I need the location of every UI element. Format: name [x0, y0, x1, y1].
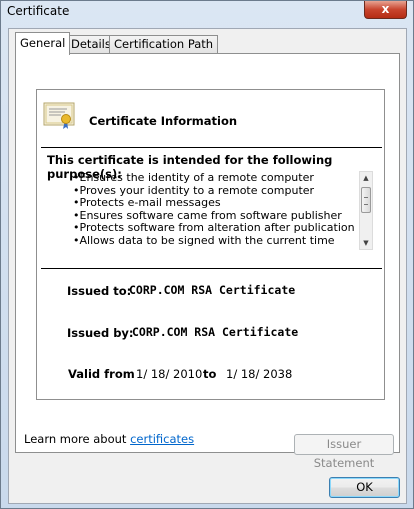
window-title: Certificate: [7, 4, 70, 18]
learn-more-prefix: Learn more about: [24, 432, 131, 446]
general-tab-panel: Certificate Information This certificate…: [15, 53, 400, 470]
purpose-list: Ensures the identity of a remote compute…: [73, 171, 365, 248]
valid-to-value: 1/ 18/ 2038: [226, 367, 293, 381]
valid-from-label: Valid from: [68, 367, 135, 381]
certificate-icon: [43, 102, 75, 129]
learn-more-text: Learn more about certificates: [24, 432, 194, 446]
scroll-thumb[interactable]: [361, 187, 371, 213]
tab-certification-path[interactable]: Certification Path: [109, 35, 219, 54]
issued-to-value: CORP.COM RSA Certificate: [129, 283, 296, 297]
title-bar: Certificate x: [1, 1, 413, 23]
issued-by-label: Issued by:: [67, 326, 134, 340]
close-button[interactable]: x: [364, 1, 407, 19]
issued-by-value: CORP.COM RSA Certificate: [132, 325, 299, 339]
scroll-up-arrow-icon[interactable]: ▲: [360, 172, 372, 184]
divider: [41, 268, 382, 269]
ok-button[interactable]: OK: [329, 477, 400, 498]
purpose-item: Protects e-mail messages: [73, 197, 365, 210]
issued-to-label: Issued to:: [67, 284, 132, 298]
purpose-item: Allows data to be signed with the curren…: [73, 234, 365, 248]
certificate-dialog: Certificate x General Details Certificat…: [0, 0, 414, 509]
divider: [41, 147, 382, 148]
dialog-client-area: General Details Certification Path Certi…: [8, 28, 407, 504]
purpose-scrollbar[interactable]: ▲ ▼: [359, 171, 373, 250]
certificate-info-box: Certificate Information This certificate…: [36, 89, 385, 400]
certificates-link[interactable]: certificates: [130, 432, 194, 446]
valid-from-value: 1/ 18/ 2010: [136, 367, 203, 381]
scroll-down-arrow-icon[interactable]: ▼: [360, 237, 372, 249]
issuer-statement-button[interactable]: Issuer Statement: [294, 434, 394, 470]
valid-to-label: to: [203, 367, 217, 381]
purpose-item: Ensures the identity of a remote compute…: [73, 171, 365, 185]
certificate-information-heading: Certificate Information: [89, 114, 238, 128]
tab-general[interactable]: General: [15, 32, 71, 55]
